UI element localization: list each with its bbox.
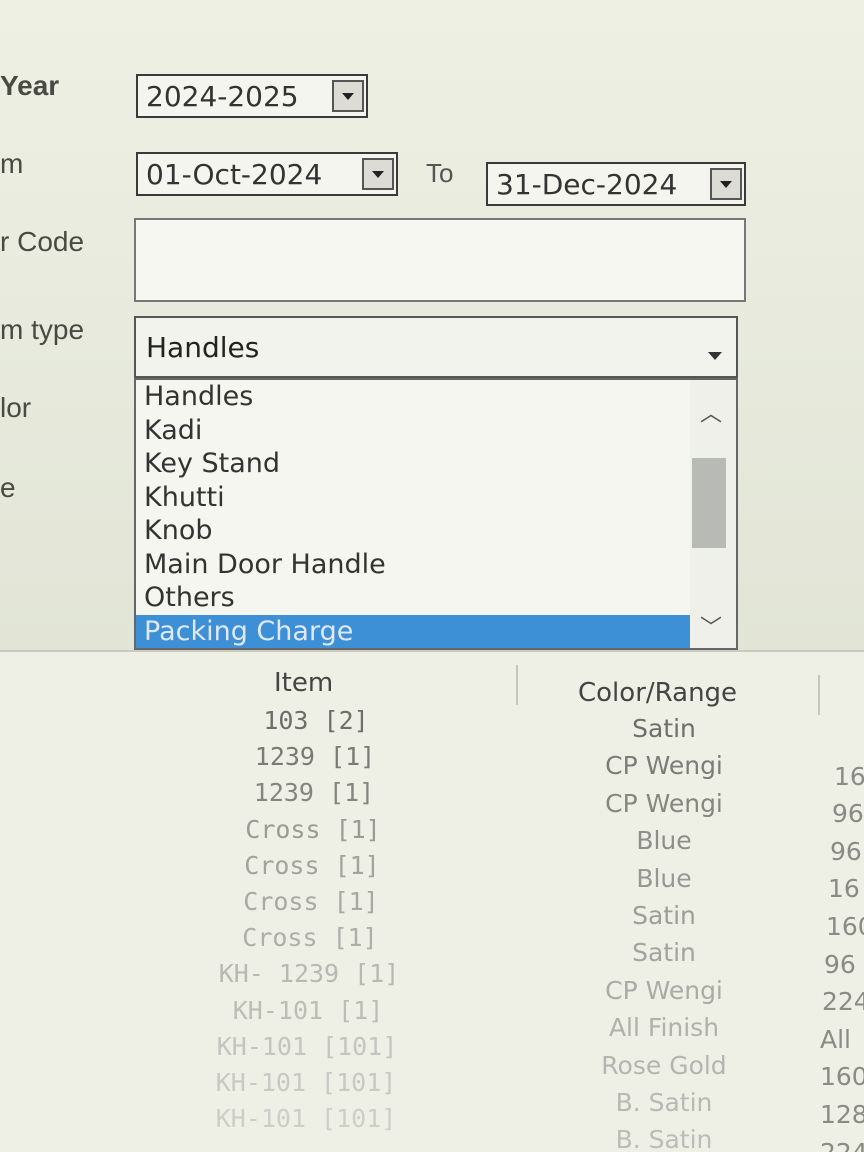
cell-item: Cross [1]	[242, 923, 378, 953]
cell-color: Satin	[632, 901, 696, 930]
cell-item: KH-101 [101]	[216, 1031, 398, 1061]
column-divider	[818, 675, 820, 715]
chevron-down-icon[interactable]	[708, 352, 722, 360]
date-from-select[interactable]: 01-Oct-2024	[136, 152, 398, 196]
column-header-item[interactable]: Item	[274, 668, 333, 698]
cell-color: CP Wengi	[605, 975, 723, 1005]
date-to-select[interactable]: 31-Dec-2024	[486, 162, 746, 206]
cell-color: CP Wengi	[605, 788, 723, 818]
dropdown-scrollbar[interactable]: ︿ ﹀	[690, 380, 736, 648]
column-divider	[516, 665, 518, 705]
cell-size: 96	[824, 949, 856, 979]
cell-item: Cross [1]	[245, 814, 381, 844]
chevron-up-icon[interactable]: ︿	[700, 396, 722, 428]
cell-size: 16	[828, 874, 860, 904]
cell-size: 224	[820, 1138, 864, 1152]
chevron-down-icon[interactable]	[362, 158, 394, 190]
dropdown-option-selected[interactable]: Packing Charge	[136, 614, 691, 648]
code-input[interactable]	[134, 218, 746, 302]
cell-size: 224	[822, 987, 864, 1017]
cell-item: KH- 1239 [1]	[218, 959, 400, 989]
cell-item: 1239 [1]	[254, 742, 376, 772]
cell-size: 96	[832, 799, 864, 829]
cell-color: CP Wengi	[605, 751, 723, 781]
cell-color: Rose Gold	[601, 1050, 727, 1080]
date-from-value: 01-Oct-2024	[146, 157, 323, 191]
item-type-label: m type	[0, 314, 85, 345]
color-label: lor	[0, 392, 32, 423]
cell-size: 160	[820, 1062, 864, 1092]
scrollbar-thumb[interactable]	[692, 458, 726, 548]
dropdown-option[interactable]: Main Door Handle	[136, 548, 736, 582]
year-select[interactable]: 2024-2025	[136, 74, 368, 118]
chevron-down-icon[interactable]: ﹀	[700, 610, 722, 642]
column-header-color[interactable]: Color/Range	[578, 678, 737, 708]
cell-size: All	[820, 1024, 851, 1054]
dropdown-option[interactable]: Kadi	[136, 414, 736, 448]
from-label: m	[0, 148, 24, 179]
to-label: To	[426, 158, 454, 188]
year-select-value: 2024-2025	[146, 79, 299, 113]
cell-color: Blue	[636, 863, 692, 893]
dropdown-option[interactable]: Khutti	[136, 481, 736, 515]
cell-color: Blue	[636, 826, 692, 856]
cell-item: 1239 [1]	[253, 778, 375, 808]
cell-color: B. Satin	[615, 1125, 713, 1152]
code-label: r Code	[0, 226, 85, 257]
year-label: Year	[0, 70, 60, 101]
dropdown-option[interactable]: Others	[136, 581, 736, 615]
item-type-value: Handles	[146, 330, 260, 364]
cell-size: 96	[830, 836, 862, 866]
cell-color: Satin	[632, 714, 696, 743]
cell-size: 16	[834, 761, 864, 791]
chevron-down-icon[interactable]	[332, 80, 364, 112]
item-type-select[interactable]: Handles	[134, 316, 738, 378]
size-label: e	[0, 472, 16, 503]
cell-item: Cross [1]	[243, 887, 379, 916]
cell-color: Satin	[632, 938, 696, 968]
cell-size: 128	[820, 1100, 864, 1129]
dropdown-option[interactable]: Key Stand	[136, 447, 736, 481]
dropdown-option[interactable]: Handles	[136, 380, 736, 414]
item-type-dropdown-list[interactable]: Handles Kadi Key Stand Khutti Knob Main …	[134, 378, 738, 650]
dropdown-option[interactable]: Knob	[136, 514, 736, 548]
cell-size: 160	[826, 912, 864, 941]
cell-item: KH-101 [1]	[232, 995, 384, 1025]
cell-color: B. Satin	[615, 1088, 713, 1117]
cell-item: KH-101 [101]	[215, 1104, 397, 1134]
date-to-value: 31-Dec-2024	[496, 167, 678, 201]
cell-item: Cross [1]	[244, 850, 380, 880]
filter-form: Year 2024-2025 m 01-Oct-2024 To 31-Dec-2…	[0, 0, 864, 650]
cell-item: KH-101 [101]	[215, 1068, 397, 1097]
chevron-down-icon[interactable]	[710, 168, 742, 200]
cell-color: All Finish	[608, 1013, 720, 1043]
cell-item: 103 [2]	[263, 706, 369, 735]
